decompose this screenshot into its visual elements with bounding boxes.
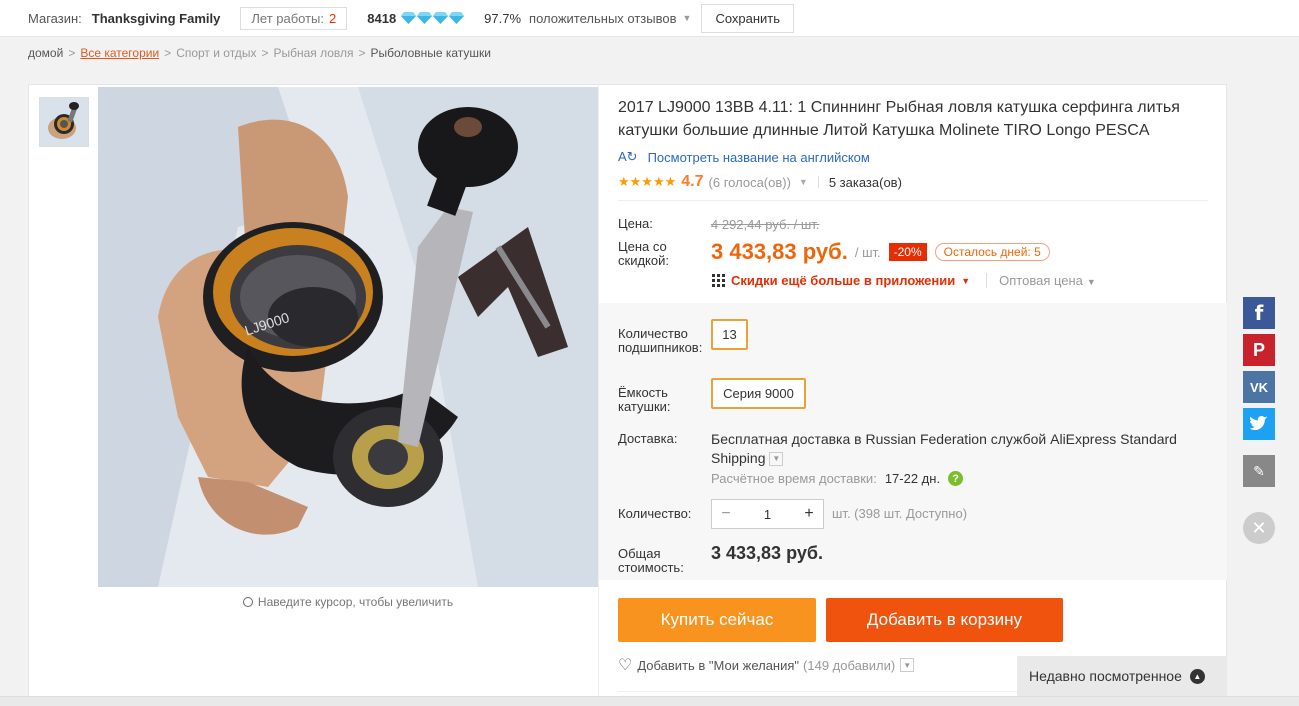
chevron-up-icon: ▲	[1189, 668, 1205, 684]
translate-link-text[interactable]: Посмотреть название на английском	[648, 150, 870, 165]
chevron-down-icon[interactable]: ▼	[900, 658, 915, 672]
bottom-strip	[0, 696, 1299, 706]
divider	[618, 200, 1208, 201]
store-name-link[interactable]: Thanksgiving Family	[92, 11, 221, 26]
app-discount-row: Скидки ещё больше в приложении ▼ Оптовая…	[711, 273, 1096, 288]
magnifier-icon	[242, 597, 253, 607]
translate-icon: A↻	[618, 149, 638, 164]
store-label: Магазин:	[28, 10, 82, 26]
wholesale-price-link[interactable]: Оптовая цена ▼	[986, 273, 1096, 288]
increase-quantity-button[interactable]: +	[795, 505, 823, 523]
breadcrumb: домой > Все категории > Спорт и отдых > …	[28, 46, 491, 60]
price-label: Цена:	[618, 216, 653, 231]
recently-viewed-toggle[interactable]: Недавно посмотренное ▲	[1017, 656, 1227, 696]
chevron-down-icon[interactable]: ▼	[683, 13, 692, 23]
pinterest-share-icon[interactable]: P	[1243, 334, 1275, 366]
feedback-percent: 97.7%	[484, 10, 522, 26]
rating-stars-icon: ★★★★★	[618, 174, 677, 189]
heart-icon[interactable]: ♡	[618, 655, 632, 675]
breadcrumb-sport[interactable]: Спорт и отдых	[176, 46, 256, 60]
shipping-info: Бесплатная доставка в Russian Federation…	[711, 430, 1211, 468]
chevron-down-icon[interactable]: ▼	[769, 452, 784, 467]
orders-count: 5 заказа(ов)	[828, 174, 902, 190]
bearings-label: Количество подшипников:	[618, 326, 703, 355]
breadcrumb-all-categories[interactable]: Все категории	[80, 46, 159, 60]
wishlist-count: (149 добавили)	[803, 657, 896, 673]
discount-price: 3 433,83 руб.	[711, 239, 848, 264]
original-price: 4 292,44 руб. / шт.	[711, 217, 820, 232]
years-badge: Лет работы: 2	[240, 6, 348, 30]
feedback-text[interactable]: положительных отзывов	[529, 11, 676, 26]
twitter-share-icon[interactable]	[1243, 408, 1275, 440]
capacity-label: Ёмкость катушки:	[618, 385, 671, 414]
days-left-badge: Осталось дней: 5	[934, 243, 1050, 261]
store-score: 8418	[367, 10, 397, 26]
recently-viewed-label: Недавно посмотренное	[1029, 668, 1182, 684]
breadcrumb-separator: >	[164, 46, 172, 60]
price-unit: / шт.	[854, 244, 881, 260]
discount-badge: -20%	[888, 243, 927, 261]
save-store-button[interactable]: Сохранить	[701, 3, 795, 33]
vk-share-icon[interactable]: VK	[1243, 371, 1275, 403]
wishlist-row: ♡ Добавить в "Мои желания" (149 добавили…	[618, 655, 915, 675]
breadcrumb-current[interactable]: Рыболовные катушки	[371, 46, 492, 60]
eta-value: 17-22 дн.	[884, 471, 941, 486]
app-discount-link[interactable]: Скидки ещё больше в приложении	[731, 273, 955, 288]
help-icon[interactable]: ?	[948, 471, 964, 486]
shipping-label: Доставка:	[618, 431, 678, 446]
qr-code-icon	[711, 273, 726, 288]
total-price: 3 433,83 руб.	[711, 543, 823, 563]
edit-icon[interactable]: ✎	[1243, 455, 1275, 487]
chevron-down-icon[interactable]: ▼	[961, 276, 970, 286]
wholesale-label: Оптовая цена	[999, 273, 1083, 288]
store-bar: Магазин: Thanksgiving Family Лет работы:…	[0, 0, 1299, 37]
breadcrumb-separator: >	[261, 46, 269, 60]
rating-value: 4.7	[681, 173, 704, 190]
quantity-input[interactable]: 1	[740, 507, 795, 522]
quantity-stepper: − 1 +	[711, 499, 824, 529]
years-label: Лет работы:	[251, 10, 325, 26]
eta-label: Расчётное время доставки:	[711, 471, 877, 486]
zoom-hint-text: Наведите курсор, чтобы увеличить	[257, 595, 454, 609]
product-thumbnail[interactable]	[39, 97, 89, 147]
delivery-eta: Расчётное время доставки: 17-22 дн. ?	[711, 471, 964, 486]
facebook-share-icon[interactable]: f	[1243, 297, 1275, 329]
buy-now-button[interactable]: Купить сейчас	[618, 598, 816, 642]
zoom-hint: Наведите курсор, чтобы увеличить	[98, 595, 598, 609]
wishlist-link[interactable]: Добавить в "Мои желания"	[637, 658, 799, 673]
product-main-image[interactable]: LJ9000	[98, 87, 598, 587]
total-label: Общая стоимость:	[618, 546, 684, 575]
capacity-option[interactable]: Серия 9000	[711, 378, 806, 409]
add-to-cart-button[interactable]: Добавить в корзину	[826, 598, 1063, 642]
chevron-down-icon: ▼	[1086, 277, 1096, 287]
breadcrumb-home[interactable]: домой	[28, 46, 63, 60]
diamond-rank-icon	[401, 12, 465, 24]
decrease-quantity-button[interactable]: −	[712, 505, 740, 523]
years-value: 2	[329, 10, 337, 26]
rating-row: ★★★★★ 4.7 (6 голоса(ов)) ▼ 5 заказа(ов)	[618, 173, 902, 191]
discount-price-row: 3 433,83 руб. / шт. -20% Осталось дней: …	[711, 239, 1050, 265]
chevron-down-icon[interactable]: ▼	[799, 177, 808, 187]
close-icon[interactable]: ✕	[1243, 512, 1275, 544]
breadcrumb-fishing[interactable]: Рыбная ловля	[273, 46, 353, 60]
breadcrumb-separator: >	[68, 46, 76, 60]
bearings-option[interactable]: 13	[711, 319, 748, 350]
quantity-label: Количество:	[618, 506, 692, 521]
votes-count[interactable]: (6 голоса(ов))	[709, 175, 791, 190]
translate-link[interactable]: A↻ Посмотреть название на английском	[618, 149, 870, 165]
stock-available: шт. (398 шт. Доступно)	[832, 506, 968, 521]
product-card: LJ9000 Наведите курсор, чтобы увеличить …	[28, 84, 1227, 706]
divider	[817, 176, 819, 188]
discount-price-label: Цена со скидкой:	[618, 239, 669, 268]
product-title: 2017 LJ9000 13BB 4.11: 1 Спиннинг Рыбная…	[618, 99, 1180, 139]
breadcrumb-separator: >	[358, 46, 366, 60]
